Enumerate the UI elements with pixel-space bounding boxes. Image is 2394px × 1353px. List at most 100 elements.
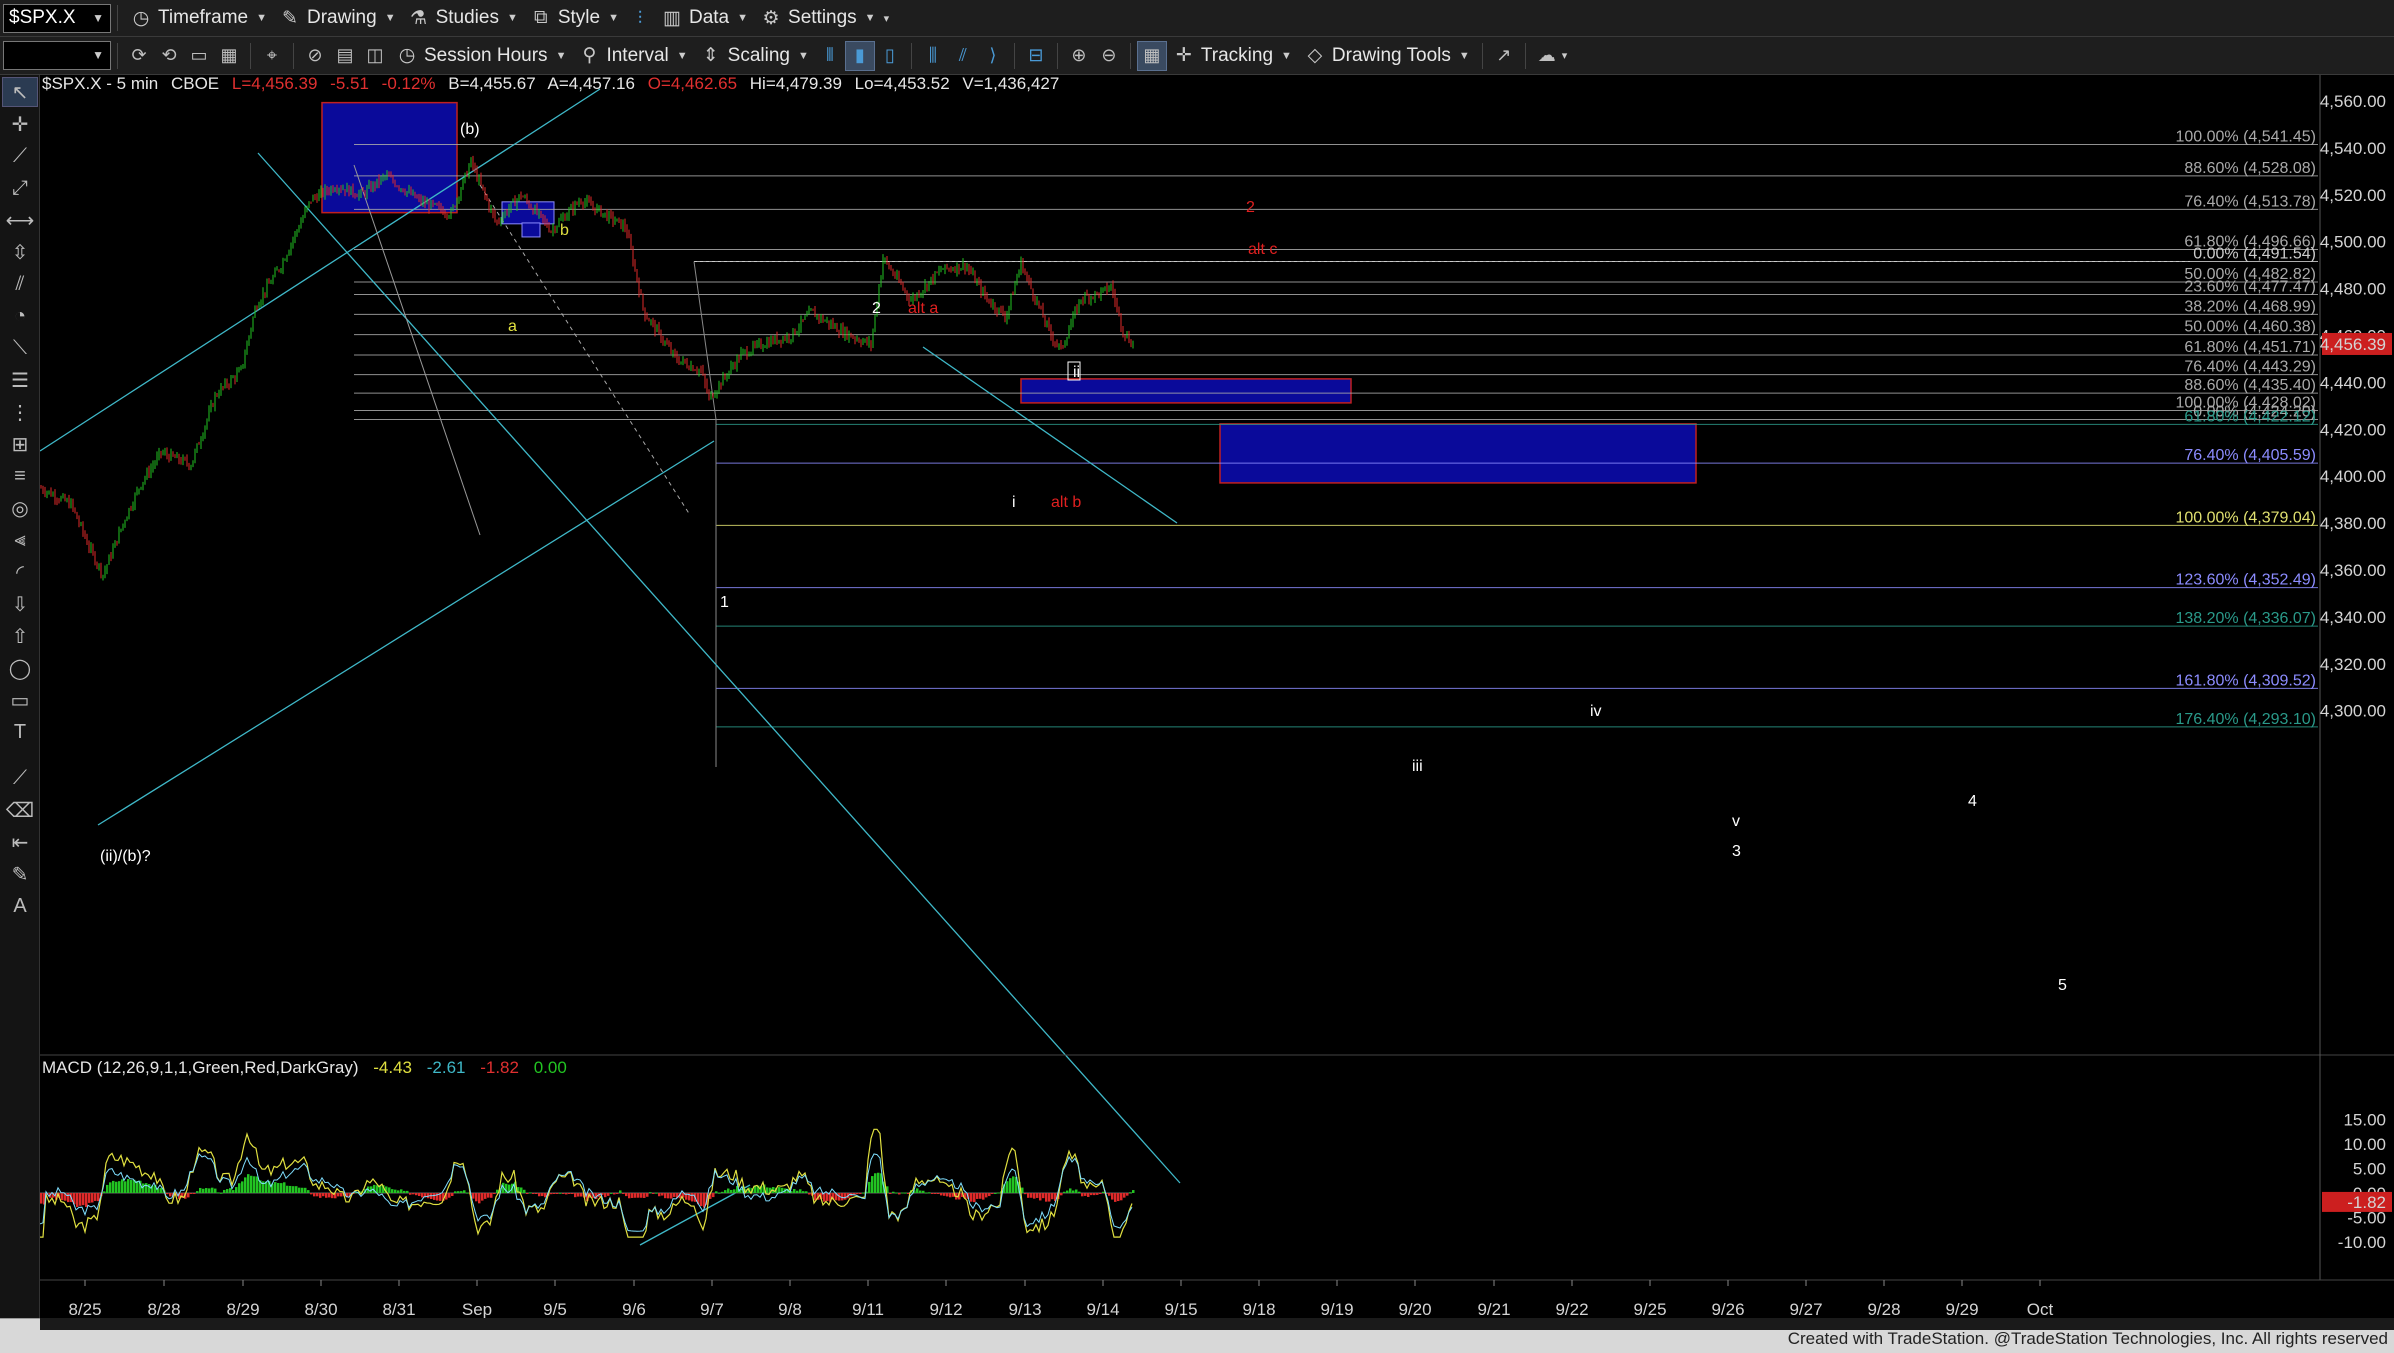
wave-label: 5 (2058, 977, 2067, 994)
zoom-out-icon[interactable]: ⊖ (1094, 41, 1124, 71)
fib-lines-tool-icon[interactable]: ☰ (2, 365, 38, 395)
more-icon[interactable]: ▾ (1562, 49, 1568, 62)
data-menu[interactable]: ▥ Data ▼ (655, 3, 754, 33)
eraser-tool-icon[interactable]: ⌫ (2, 795, 38, 825)
crosshair-tool-icon[interactable]: ✛ (2, 109, 38, 139)
text-box-tool-icon[interactable]: A (2, 891, 38, 921)
vertical-line-tool-icon[interactable]: ⇳ (2, 237, 38, 267)
channel-tool-icon[interactable]: ⫽ (2, 269, 38, 299)
style-menu[interactable]: ⧉ Style ▼ (524, 3, 625, 33)
macd-histogram-bar (550, 1193, 553, 1195)
wave-label: 1 (720, 594, 729, 611)
macd-histogram-bar (85, 1193, 88, 1207)
speed-lines-tool-icon[interactable]: ⫷ (2, 525, 38, 555)
export-icon[interactable]: ↗ (1489, 41, 1519, 71)
spiral-tool-icon[interactable]: ◎ (2, 493, 38, 523)
arrow-up-tool-icon[interactable]: ⇧ (2, 621, 38, 651)
compress-bars-icon[interactable]: ⫼ (918, 41, 948, 71)
scaling-menu[interactable]: ⇕ Scaling ▼ (694, 41, 815, 71)
interval-menu[interactable]: ⚲ Interval ▼ (572, 41, 693, 71)
fib-tool-icon[interactable]: ⟍ (2, 333, 38, 363)
macd-histogram-bar (124, 1181, 127, 1193)
bar-type-icon[interactable]: ⫴ (815, 41, 845, 71)
refresh-all-icon[interactable]: ⟲ (154, 41, 184, 71)
fib-level-label: 50.00% (4,460.38) (2184, 319, 2316, 336)
horizontal-line-tool-icon[interactable]: ⟷ (2, 205, 38, 235)
ray-tool-icon[interactable]: ⤢ (2, 173, 38, 203)
date-tick-label: 9/13 (1008, 1300, 1041, 1318)
line-style-tool-icon[interactable]: ⟋ (2, 763, 38, 793)
macd-histogram-bar (244, 1177, 247, 1193)
rectangle-tool-icon[interactable]: ▭ (2, 685, 38, 715)
candlestick-icon[interactable]: ▮ (844, 40, 875, 71)
drawing-tools-icon: ◇ (1307, 45, 1323, 66)
shift-icon[interactable]: ⟩ (978, 41, 1008, 71)
macd-histogram-bar (67, 1193, 70, 1203)
macd-histogram-bar (973, 1193, 976, 1203)
pencil-icon: ✎ (282, 7, 298, 29)
arc-tool-icon[interactable]: ◜ (2, 557, 38, 587)
macd-histogram-bar (580, 1193, 583, 1197)
window-icon[interactable]: ▭ (184, 41, 214, 71)
cursor-icon[interactable]: ⌖ (257, 41, 287, 71)
fib-ext-tool-icon[interactable]: ⋮ (2, 397, 38, 427)
horizontal-scrollbar[interactable] (40, 1318, 2394, 1330)
expand-bars-icon[interactable]: ⫽ (948, 41, 978, 71)
symbol-input[interactable]: $SPX.X ▼ (3, 3, 111, 33)
macd-histogram-bar (1006, 1181, 1009, 1193)
rail-spacer (0, 749, 39, 761)
trendline-tool-icon[interactable]: ⟋ (2, 141, 38, 171)
macd-histogram-bar (166, 1193, 169, 1195)
table-icon[interactable]: ▦ (214, 41, 244, 71)
macd-histogram-bar (61, 1193, 64, 1201)
toolbar-divider (117, 5, 118, 31)
layout-icon[interactable]: ⊟ (1021, 41, 1051, 71)
macd-histogram-bar (931, 1193, 934, 1194)
caret-down-icon: ▼ (864, 12, 876, 24)
session-hours-menu[interactable]: ◷ Session Hours ▼ (390, 41, 572, 71)
price-chart[interactable]: 100.00% (4,541.45) 88.60% (4,528.08) 76.40… (40, 75, 2394, 1318)
zoom-in-icon[interactable]: ⊕ (1064, 41, 1094, 71)
header-volume: V=1,436,427 (962, 75, 1059, 93)
workspace-select[interactable]: ▼ (3, 41, 111, 70)
timeframe-menu[interactable]: ◷ Timeframe ▼ (124, 3, 273, 33)
refresh-icon[interactable]: ⟳ (124, 41, 154, 71)
fib-time-tool-icon[interactable]: ⊞ (2, 429, 38, 459)
hollow-candle-icon[interactable]: ▯ (875, 41, 905, 71)
wave-label: 4 (1968, 793, 1977, 810)
cloud-icon[interactable]: ☁ (1532, 41, 1562, 71)
gann-fan-tool-icon[interactable]: ◔ (2, 301, 38, 331)
settings-menu[interactable]: ⚙ Settings ▼ ▾ (754, 3, 895, 33)
chevron-down-icon[interactable]: ▼ (92, 48, 104, 62)
macd-histogram-bar (1063, 1191, 1066, 1193)
macd-histogram-bar (1033, 1193, 1036, 1199)
wave-label: iii (1412, 758, 1423, 775)
pointer-tool-icon[interactable]: ↖ (2, 77, 38, 107)
eraser-all-tool-icon[interactable]: ⇤ (2, 827, 38, 857)
macd-histogram-bar (454, 1191, 457, 1193)
date-tick-label: 9/21 (1477, 1300, 1510, 1318)
fib-zones-tool-icon[interactable]: ≡ (2, 461, 38, 491)
tracking-menu[interactable]: ✛ Tracking ▼ (1167, 41, 1298, 71)
macd-histogram-bar (193, 1193, 196, 1194)
drawing-tools-menu[interactable]: ◇ Drawing Tools ▼ (1298, 41, 1476, 71)
macd-histogram-bar (394, 1189, 397, 1193)
macd-histogram-bar (97, 1193, 100, 1202)
lock-icon[interactable]: ⊘ (300, 41, 330, 71)
link-windows-icon[interactable]: ⫶ (625, 3, 655, 33)
style-label: Style (557, 7, 601, 28)
chevron-down-icon[interactable]: ▼ (92, 11, 104, 25)
macd-histogram-bar (472, 1193, 475, 1199)
macd-histogram-bar (148, 1184, 151, 1193)
drawing-menu[interactable]: ✎ Drawing ▼ (273, 3, 402, 33)
color-tool-icon[interactable]: ✎ (2, 859, 38, 889)
text-tool-icon[interactable]: T (2, 717, 38, 747)
grid-icon[interactable]: ▤ (330, 41, 360, 71)
price-tick-label: 4,540.00 (2320, 139, 2386, 158)
macd-histogram-bar (841, 1193, 844, 1201)
arrow-down-tool-icon[interactable]: ⇩ (2, 589, 38, 619)
studies-menu[interactable]: ⚗ Studies ▼ (402, 3, 524, 33)
data-grid-icon[interactable]: ▦ (1136, 40, 1167, 71)
ellipse-tool-icon[interactable]: ◯ (2, 653, 38, 683)
snapshot-icon[interactable]: ◫ (360, 41, 390, 71)
